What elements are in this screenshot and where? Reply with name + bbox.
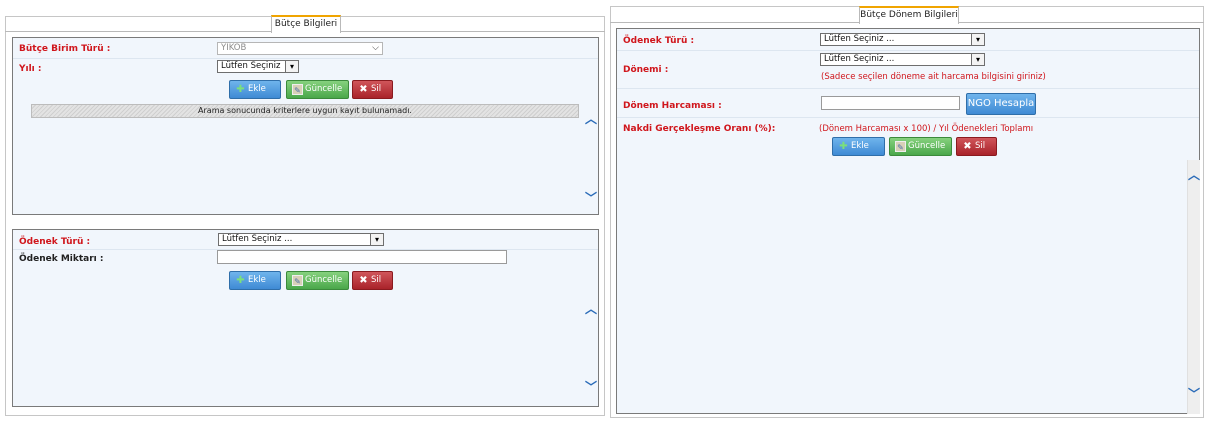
ekle-button[interactable]: ✚ Ekle <box>229 80 281 99</box>
guncelle-label: Güncelle <box>305 275 343 285</box>
odenek-miktari-label: Ödenek Miktarı : <box>19 254 104 264</box>
chevron-down-icon: ▾ <box>971 34 984 45</box>
edit-icon: ✎ <box>292 84 303 95</box>
donem-harcamasi-label: Dönem Harcaması : <box>623 101 722 111</box>
butce-birim-turu-value: YİKOB <box>221 43 247 53</box>
odenek-turu-label: Ödenek Türü : <box>19 237 91 247</box>
guncelle-button[interactable]: ✎ Güncelle <box>889 137 952 156</box>
ekle-label: Ekle <box>851 141 869 151</box>
butce-birim-turu-select: YİKOB ⌵ <box>217 42 383 55</box>
edit-icon: ✎ <box>895 141 906 152</box>
chevron-up-icon[interactable]: ︿ <box>1188 169 1200 181</box>
chevron-down-icon: ▾ <box>971 54 984 65</box>
ekle-button[interactable]: ✚ Ekle <box>229 271 281 290</box>
row-separator <box>13 58 598 59</box>
chevron-up-icon[interactable]: ︿ <box>585 303 597 315</box>
x-icon: ✖ <box>359 84 368 95</box>
budget-section: Bütçe Birim Türü : YİKOB ⌵ Yılı : Lütfen… <box>12 37 599 215</box>
chevron-down-icon[interactable]: ﹀ <box>1188 388 1200 400</box>
row-separator <box>617 117 1199 118</box>
donemi-value: Lütfen Seçiniz ... <box>824 54 895 64</box>
odenek-turu-value: Lütfen Seçiniz ... <box>824 34 895 44</box>
x-icon: ✖ <box>963 141 972 152</box>
odenek-turu-value: Lütfen Seçiniz ... <box>222 234 293 244</box>
chevron-down-icon[interactable]: ﹀ <box>585 381 597 393</box>
odenek-turu-select[interactable]: Lütfen Seçiniz ... ▾ <box>820 33 985 46</box>
odenek-turu-label: Ödenek Türü : <box>623 36 695 46</box>
tab-butce-bilgileri[interactable]: Bütçe Bilgileri <box>271 15 341 33</box>
sil-button[interactable]: ✖ Sil <box>956 137 997 156</box>
yili-label: Yılı : <box>19 64 42 74</box>
odenek-miktari-input[interactable] <box>217 250 507 264</box>
chevron-down-icon: ⌵ <box>372 43 379 53</box>
ekle-button[interactable]: ✚ Ekle <box>832 137 885 156</box>
period-section: Ödenek Türü : Lütfen Seçiniz ... ▾ Dönem… <box>616 28 1200 414</box>
oran-formula: (Dönem Harcaması x 100) / Yıl Ödenekleri… <box>819 124 1034 134</box>
plus-icon: ✚ <box>236 275 245 286</box>
yili-select[interactable]: Lütfen Seçiniz ▾ <box>217 60 299 73</box>
chevron-down-icon[interactable]: ﹀ <box>585 192 597 204</box>
sil-label: Sil <box>371 275 382 285</box>
ngo-hesapla-button[interactable]: NGO Hesapla <box>966 93 1036 115</box>
x-icon: ✖ <box>359 275 368 286</box>
donemi-label: Dönemi : <box>623 65 669 75</box>
plus-icon: ✚ <box>236 84 245 95</box>
yili-value: Lütfen Seçiniz <box>221 61 281 71</box>
chevron-down-icon: ▾ <box>285 61 298 72</box>
sil-button[interactable]: ✖ Sil <box>352 80 393 99</box>
donemi-note: (Sadece seçilen döneme ait harcama bilgi… <box>821 72 1046 82</box>
allowance-section: Ödenek Türü : Lütfen Seçiniz ... ▾ Ödene… <box>12 229 599 407</box>
row-separator <box>617 50 1199 51</box>
guncelle-label: Güncelle <box>305 84 343 94</box>
edit-icon: ✎ <box>292 275 303 286</box>
odenek-turu-select[interactable]: Lütfen Seçiniz ... ▾ <box>218 233 384 246</box>
ekle-label: Ekle <box>248 275 266 285</box>
vertical-scrollbar-track[interactable] <box>1187 160 1200 414</box>
guncelle-button[interactable]: ✎ Güncelle <box>286 80 349 99</box>
tab-butce-donem-bilgileri[interactable]: Bütçe Dönem Bilgileri <box>859 6 959 24</box>
sil-label: Sil <box>975 141 986 151</box>
guncelle-button[interactable]: ✎ Güncelle <box>286 271 349 290</box>
ekle-label: Ekle <box>248 84 266 94</box>
plus-icon: ✚ <box>839 141 848 152</box>
empty-result-message: Arama sonucunda kriterlere uygun kayıt b… <box>31 104 579 118</box>
sil-label: Sil <box>371 84 382 94</box>
donemi-select[interactable]: Lütfen Seçiniz ... ▾ <box>820 53 985 66</box>
chevron-down-icon: ▾ <box>370 234 383 245</box>
sil-button[interactable]: ✖ Sil <box>352 271 393 290</box>
chevron-up-icon[interactable]: ︿ <box>585 113 597 125</box>
butce-birim-turu-label: Bütçe Birim Türü : <box>19 44 111 54</box>
nakdi-gerceklesme-orani-label: Nakdi Gerçekleşme Oranı (%): <box>623 124 776 134</box>
donem-harcamasi-input[interactable] <box>821 96 960 110</box>
guncelle-label: Güncelle <box>908 141 946 151</box>
row-separator <box>617 88 1199 89</box>
